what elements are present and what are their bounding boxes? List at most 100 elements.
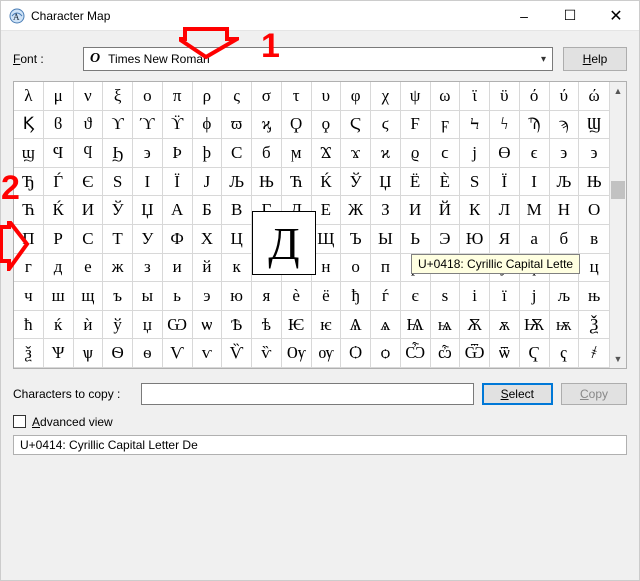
minimize-button[interactable]: – — [501, 1, 547, 31]
char-cell[interactable]: Џ — [371, 168, 401, 197]
char-cell[interactable]: Э — [431, 225, 461, 254]
char-cell[interactable]: ѿ — [490, 339, 520, 368]
char-cell[interactable]: э — [193, 282, 223, 311]
char-cell[interactable]: λ — [14, 82, 44, 111]
char-cell[interactable]: Ю — [460, 225, 490, 254]
char-cell[interactable]: ϕ — [193, 111, 223, 140]
char-cell[interactable]: И — [74, 196, 104, 225]
char-cell[interactable]: Ҁ — [520, 339, 550, 368]
char-cell[interactable]: ы — [133, 282, 163, 311]
char-cell[interactable]: Ћ — [282, 168, 312, 197]
char-cell[interactable]: џ — [133, 311, 163, 340]
char-cell[interactable]: Њ — [252, 168, 282, 197]
char-cell[interactable]: ϻ — [282, 139, 312, 168]
char-cell[interactable]: Ϗ — [14, 111, 44, 140]
char-cell[interactable]: ϋ — [490, 82, 520, 111]
char-cell[interactable]: ρ — [193, 82, 223, 111]
char-cell[interactable]: Ь — [401, 225, 431, 254]
char-cell[interactable]: ї — [490, 282, 520, 311]
char-cell[interactable]: Ѽ — [401, 339, 431, 368]
char-cell[interactable]: μ — [44, 82, 74, 111]
char-cell[interactable]: І — [133, 168, 163, 197]
char-cell[interactable]: ϡ — [550, 111, 580, 140]
char-cell[interactable]: ν — [74, 82, 104, 111]
char-cell[interactable]: Ы — [371, 225, 401, 254]
char-cell[interactable]: Ѹ — [282, 339, 312, 368]
char-cell[interactable]: χ — [371, 82, 401, 111]
char-cell[interactable]: љ — [550, 282, 580, 311]
char-cell[interactable]: Ї — [163, 168, 193, 197]
select-button[interactable]: Select — [482, 383, 553, 405]
scroll-thumb[interactable] — [611, 181, 625, 199]
char-cell[interactable]: Ϣ — [579, 111, 609, 140]
characters-to-copy-input[interactable] — [141, 383, 474, 405]
char-cell[interactable]: Њ — [579, 168, 609, 197]
char-cell[interactable]: б — [550, 225, 580, 254]
char-cell[interactable]: Ѱ — [44, 339, 74, 368]
char-cell[interactable]: З — [371, 196, 401, 225]
char-cell[interactable]: Ѩ — [401, 311, 431, 340]
char-cell[interactable]: φ — [341, 82, 371, 111]
char-cell[interactable]: ћ — [14, 311, 44, 340]
char-cell[interactable]: й — [193, 254, 223, 283]
char-cell[interactable]: Ѻ — [341, 339, 371, 368]
char-cell[interactable]: Ѕ — [103, 168, 133, 197]
char-cell[interactable]: П — [14, 225, 44, 254]
char-cell[interactable]: ѷ — [252, 339, 282, 368]
char-cell[interactable]: К — [460, 196, 490, 225]
char-cell[interactable]: ю — [222, 282, 252, 311]
char-cell[interactable]: Ѡ — [163, 311, 193, 340]
char-cell[interactable]: ϣ — [14, 139, 44, 168]
char-cell[interactable]: У — [133, 225, 163, 254]
char-cell[interactable]: Ϧ — [103, 139, 133, 168]
char-cell[interactable]: Р — [44, 225, 74, 254]
char-cell[interactable]: њ — [579, 282, 609, 311]
char-cell[interactable]: ш — [44, 282, 74, 311]
char-cell[interactable]: ϔ — [163, 111, 193, 140]
char-cell[interactable]: и — [163, 254, 193, 283]
char-cell[interactable]: ѹ — [312, 339, 342, 368]
char-cell[interactable]: я — [252, 282, 282, 311]
char-cell[interactable]: ϙ — [312, 111, 342, 140]
char-cell[interactable]: Ѥ — [282, 311, 312, 340]
char-cell[interactable]: Ϥ — [44, 139, 74, 168]
char-cell[interactable]: Я — [490, 225, 520, 254]
char-cell[interactable]: ϖ — [222, 111, 252, 140]
char-cell[interactable]: ϶ — [550, 139, 580, 168]
char-cell[interactable]: Ё — [401, 168, 431, 197]
char-cell[interactable]: щ — [74, 282, 104, 311]
char-cell[interactable]: π — [163, 82, 193, 111]
char-cell[interactable]: Ϛ — [341, 111, 371, 140]
char-cell[interactable]: Ђ — [14, 168, 44, 197]
char-cell[interactable]: Б — [193, 196, 223, 225]
char-cell[interactable]: в — [579, 225, 609, 254]
char-cell[interactable]: ϟ — [490, 111, 520, 140]
char-cell[interactable]: Ж — [341, 196, 371, 225]
char-cell[interactable]: ѣ — [252, 311, 282, 340]
char-cell[interactable]: ό — [520, 82, 550, 111]
char-cell[interactable]: ο — [133, 82, 163, 111]
char-cell[interactable]: ϛ — [371, 111, 401, 140]
char-cell[interactable]: є — [401, 282, 431, 311]
char-cell[interactable]: В — [222, 196, 252, 225]
char-cell[interactable]: ҁ — [550, 339, 580, 368]
char-cell[interactable]: ϑ — [74, 111, 104, 140]
char-cell[interactable]: ў — [103, 311, 133, 340]
char-cell[interactable]: Ϝ — [401, 111, 431, 140]
char-cell[interactable]: ѐ — [282, 282, 312, 311]
char-cell[interactable]: Ћ — [14, 196, 44, 225]
char-cell[interactable]: ϴ — [490, 139, 520, 168]
char-cell[interactable]: ь — [163, 282, 193, 311]
char-cell[interactable]: Й — [431, 196, 461, 225]
char-cell[interactable]: Ѿ — [460, 339, 490, 368]
char-cell[interactable]: ϱ — [401, 139, 431, 168]
char-cell[interactable]: ϰ — [371, 139, 401, 168]
char-cell[interactable]: ϝ — [431, 111, 461, 140]
char-cell[interactable]: Ј — [193, 168, 223, 197]
char-cell[interactable]: ѩ — [431, 311, 461, 340]
char-cell[interactable]: Ц — [222, 225, 252, 254]
char-cell[interactable]: ц — [579, 254, 609, 283]
char-cell[interactable]: ϗ — [252, 111, 282, 140]
advanced-view-checkbox[interactable] — [13, 415, 26, 428]
char-cell[interactable]: ё — [312, 282, 342, 311]
